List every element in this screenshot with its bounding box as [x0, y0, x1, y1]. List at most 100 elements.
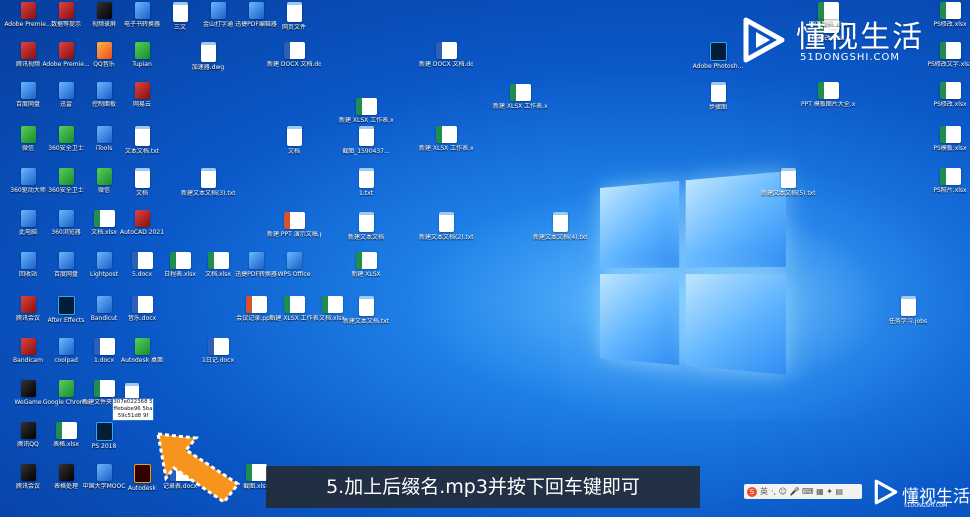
desktop-icon-label: PPT 模板图片大全.xlsx — [801, 101, 855, 108]
xls-file-icon — [817, 82, 839, 99]
xls-file-icon — [939, 82, 961, 99]
logo-pane — [600, 274, 680, 366]
docx-file-icon — [93, 338, 115, 355]
desktop-icon[interactable]: 新建文本文档(4).txt — [533, 212, 587, 241]
sogou-ime-icon[interactable]: S — [747, 486, 757, 497]
windows-logo-wallpaper — [600, 171, 786, 375]
desktop-icon[interactable]: 新建 PPT 演示文稿.ppt — [267, 212, 321, 238]
desktop-icon-label: 新建 DOCX 文档.docx — [267, 61, 321, 68]
doc-file-icon — [286, 2, 302, 22]
app3-file-icon — [96, 252, 112, 269]
desktop-icon[interactable]: 新建 XLSX 工作表.xlsx — [419, 126, 473, 152]
xls-file-icon — [93, 210, 115, 227]
ime-tool-icons[interactable]: ·, ☺ 🎤 ⌨ ▦ ✦ ▤ — [771, 487, 843, 497]
desktop-icon[interactable]: 截图_1590437... — [339, 126, 393, 155]
desktop-icon-label: 新建文本文档(5).txt — [761, 190, 815, 197]
desktop-icon-label: 新建 XLSX 工作表.xlsx — [493, 103, 547, 110]
doc-file-icon — [200, 42, 216, 62]
app4-file-icon — [20, 42, 36, 59]
desktop-icon[interactable]: 新建文本文档(2).txt — [419, 212, 473, 241]
desktop-icon-label: Adobe Photosh... — [692, 63, 744, 70]
desktop-icon[interactable]: 网页文件 — [267, 2, 321, 31]
ime-mode-toggle[interactable]: 英 — [760, 487, 768, 497]
desktop-icon[interactable]: 新建 XLSX 工作表.xlsx — [339, 98, 393, 124]
doc-file-icon — [172, 2, 188, 22]
xls-file-icon — [435, 126, 457, 143]
desktop-icon[interactable]: 1.txt — [339, 168, 393, 197]
desktop-icon[interactable]: Tupian — [115, 42, 169, 68]
desktop-icon-label: 音乐.docx — [127, 315, 157, 322]
ime-toolbar[interactable]: S 英 ·, ☺ 🎤 ⌨ ▦ ✦ ▤ — [744, 484, 862, 499]
desktop[interactable]: Adobe Premie... 数据等提示 视频录屏 电子书转换器 三文 金山打字通 迅捷P… — [0, 0, 970, 517]
docx-file-icon — [207, 338, 229, 355]
app5-file-icon — [20, 380, 36, 397]
desktop-icon-label: 新建 XLSX 工作表.xlsx — [339, 117, 393, 124]
app3-file-icon — [96, 464, 112, 481]
app5-file-icon — [20, 464, 36, 481]
desktop-icon[interactable]: PS模板.xlsx — [923, 126, 970, 152]
desktop-icon[interactable]: Autodesk 桌面 — [115, 338, 169, 364]
desktop-icon[interactable]: 新建文本文档(3).txt — [181, 168, 235, 197]
doc-file-icon — [286, 126, 302, 146]
desktop-icon[interactable]: 文本文档.txt — [115, 126, 169, 155]
ps-file-icon — [95, 422, 113, 441]
logo-pane — [685, 274, 786, 375]
desktop-icon-label: AutoCAD 2021 — [119, 229, 165, 236]
app3-file-icon — [58, 252, 74, 269]
desktop-icon[interactable]: PS修改.xlsx — [923, 82, 970, 108]
app5-file-icon — [58, 464, 74, 481]
doc-file-icon — [710, 82, 726, 102]
desktop-icon[interactable]: 1日记.docx — [191, 338, 245, 364]
app4-file-icon — [20, 338, 36, 355]
desktop-icon[interactable]: 新建 DOCX 文档.docx — [267, 42, 321, 68]
desktop-icon[interactable]: 新建文本文档(5).txt — [761, 168, 815, 197]
doc-file-icon — [438, 212, 454, 232]
desktop-icon[interactable]: 新建 XLSX 工作表.xlsx — [493, 84, 547, 110]
desktop-icon[interactable]: 加速器.dwg — [181, 42, 235, 71]
ai-file-icon — [133, 464, 151, 483]
desktop-icon[interactable]: 新建 DOCX 文档.docx — [419, 42, 473, 68]
doc-file-icon — [358, 212, 374, 232]
app3-file-icon — [58, 82, 74, 99]
watermark-subtext: 51DONGSHI.COM — [800, 52, 901, 63]
desktop-icon[interactable]: 音乐.docx — [115, 296, 169, 322]
watermark-text: 懂视生活 — [796, 20, 924, 55]
desktop-icon-label: 新建文本文档(3).txt — [181, 190, 235, 197]
docx-file-icon — [131, 252, 153, 269]
pointing-arrow-icon — [156, 432, 241, 505]
desktop-icon[interactable]: PPT 模板图片大全.xlsx — [801, 82, 855, 108]
app3-file-icon — [286, 252, 302, 269]
app4-file-icon — [58, 42, 74, 59]
app3-file-icon — [248, 2, 264, 19]
rename-input[interactable]: 307e022368 5ffebabe96 5ba59c51d8 9f — [112, 398, 154, 421]
desktop-icon-label: PS模板.xlsx — [933, 145, 967, 152]
desktop-icon-label: 1.txt — [359, 190, 373, 197]
doc-file-icon — [358, 126, 374, 146]
play-logo-icon — [743, 17, 785, 63]
app2-file-icon — [58, 126, 74, 143]
desktop-icon[interactable]: 文档 — [115, 168, 169, 197]
desktop-icon-label: 新建 XLSX 工作表.xlsx — [419, 145, 473, 152]
ps-file-icon — [709, 42, 727, 61]
desktop-icon-label: Autodesk 桌面 — [121, 357, 163, 364]
xls-file-icon — [207, 252, 229, 269]
xls-file-icon — [939, 168, 961, 185]
desktop-icon[interactable]: WPS Office — [267, 252, 321, 278]
app4-file-icon — [134, 210, 150, 227]
desktop-icon-label: 加速器.dwg — [191, 64, 225, 71]
desktop-icon[interactable]: 新建文本文档.txt — [339, 296, 393, 325]
desktop-icon[interactable]: PS照片.xlsx — [923, 168, 970, 194]
app3-file-icon — [96, 296, 112, 313]
app4-file-icon — [134, 82, 150, 99]
desktop-icon[interactable]: 网易云 — [115, 82, 169, 108]
app3-file-icon — [134, 2, 150, 19]
desktop-icon[interactable]: 新建 XLSX — [339, 252, 393, 278]
desktop-icon[interactable]: Adobe Photosh... — [691, 42, 745, 70]
logo-pane — [600, 180, 680, 268]
desktop-icon[interactable]: 步骤图 — [691, 82, 745, 111]
desktop-icon[interactable]: 文档 — [267, 126, 321, 155]
desktop-icon[interactable]: 新建文本文档 — [339, 212, 393, 241]
desktop-icon[interactable]: 任务学习.jobs — [881, 296, 935, 325]
app4-file-icon — [20, 296, 36, 313]
desktop-icon[interactable]: AutoCAD 2021 — [115, 210, 169, 236]
